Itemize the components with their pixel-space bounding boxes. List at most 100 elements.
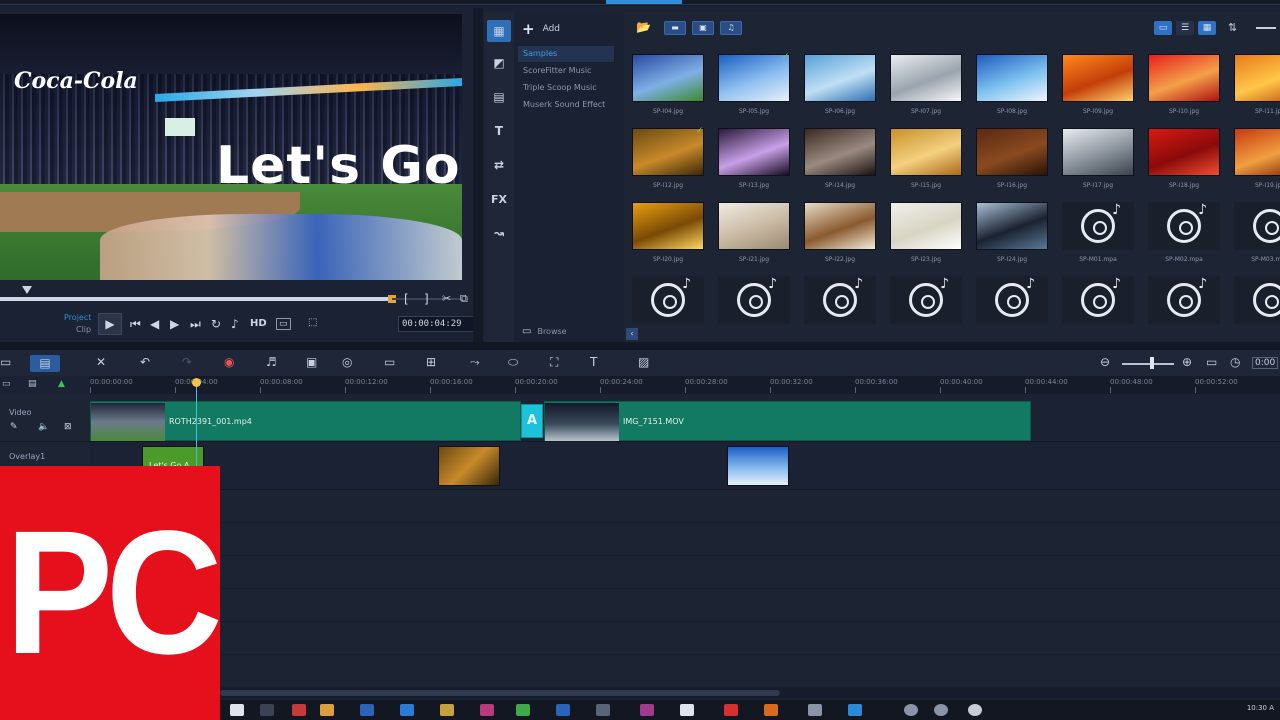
library-minimize-icon[interactable]	[1256, 27, 1276, 29]
tools-icon[interactable]: ✕	[96, 355, 106, 369]
track-mute-icon[interactable]: 🔈	[38, 422, 49, 432]
explorer-taskbar-icon[interactable]	[320, 704, 334, 716]
chapter-cue-icon[interactable]: ▲	[58, 379, 65, 389]
app3-taskbar-icon[interactable]	[680, 704, 694, 716]
timeline-view-icon[interactable]: ▤	[30, 355, 60, 372]
library-thumbnail[interactable]	[718, 128, 790, 176]
path-tool-icon[interactable]: ↝	[487, 222, 511, 244]
color-grading-icon[interactable]: ▨	[638, 355, 649, 369]
title-tool-icon[interactable]: T	[487, 120, 511, 142]
sound-mixer-icon[interactable]: ♬	[266, 355, 277, 369]
edge-taskbar-icon[interactable]	[400, 704, 414, 716]
library-thumbnail[interactable]	[804, 202, 876, 250]
timeline-scrollbar[interactable]	[220, 690, 780, 696]
zoom-in-icon[interactable]: ⊕	[1182, 355, 1192, 369]
zoom-out-icon[interactable]: ⊖	[1100, 355, 1110, 369]
folder-taskbar-icon[interactable]	[440, 704, 454, 716]
library-thumbnail[interactable]: ♪	[1148, 202, 1220, 250]
library-thumbnail[interactable]: ♪	[1062, 276, 1134, 324]
library-scroll-left-icon[interactable]: ‹	[626, 328, 638, 340]
timeline-ruler[interactable]: 00:00:00:0000:00:04:0000:00:08:0000:00:1…	[90, 376, 1280, 394]
browse-button[interactable]: ▭ Browse	[522, 326, 567, 337]
split-clip-button[interactable]: ✂	[442, 292, 451, 305]
library-thumbnail[interactable]: ♪	[804, 276, 876, 324]
fit-project-icon[interactable]: ▭	[1206, 355, 1217, 369]
library-thumbnail[interactable]	[1062, 128, 1134, 176]
import-media-icon[interactable]: 📂	[636, 20, 651, 34]
library-thumbnail[interactable]: ♪	[718, 276, 790, 324]
next-frame-icon[interactable]: ▶	[170, 317, 179, 331]
clock-icon[interactable]: ◷	[1230, 355, 1240, 369]
show-audio-toggle[interactable]: ♫	[720, 21, 742, 35]
library-thumbnail[interactable]	[632, 202, 704, 250]
tray-icon-3[interactable]	[968, 704, 982, 716]
store-taskbar-icon[interactable]	[292, 704, 306, 716]
grid-view-button[interactable]: ▦	[1198, 21, 1216, 35]
library-thumbnail[interactable]	[976, 54, 1048, 102]
overlay-clip-image-2[interactable]	[727, 446, 789, 486]
timecode-display[interactable]: 00:00:04:29	[398, 316, 474, 332]
library-thumbnail[interactable]: ♪	[1148, 276, 1220, 324]
scrubber-marker[interactable]	[22, 286, 32, 294]
library-thumbnail[interactable]: ♪	[1234, 276, 1280, 324]
library-thumbnail[interactable]	[1234, 54, 1280, 102]
add-folder-button[interactable]: + Add	[522, 20, 560, 38]
transition-tool-icon[interactable]: ⇄	[487, 154, 511, 176]
storyboard-view-icon[interactable]: ▭	[0, 355, 11, 369]
mark-out-button[interactable]: ]	[424, 292, 429, 306]
filter-fx-icon[interactable]: FX	[487, 188, 511, 210]
tray-icon-1[interactable]	[904, 704, 918, 716]
show-photos-toggle[interactable]: ▣	[692, 21, 714, 35]
time-remapping-icon[interactable]: ⤳	[470, 355, 480, 370]
track-ripple-icon[interactable]: ⊠	[64, 422, 72, 432]
display-options-icon[interactable]: ⬚	[308, 317, 317, 328]
playhead-handle[interactable]	[192, 378, 201, 387]
library-thumbnail[interactable]	[1234, 128, 1280, 176]
aspect-ratio-icon[interactable]: ▭	[276, 318, 291, 330]
play-button[interactable]: ▶	[98, 313, 122, 335]
video-clip-2[interactable]: IMG_7151.MOV	[544, 401, 1031, 441]
library-thumbnail[interactable]	[976, 202, 1048, 250]
multi-camera-icon[interactable]: ⊞	[426, 355, 436, 369]
library-folder-triple-scoop[interactable]: Triple Scoop Music	[518, 80, 614, 96]
instant-project-icon[interactable]: ◩	[487, 52, 511, 74]
library-thumbnail[interactable]: ♪	[976, 276, 1048, 324]
library-thumbnail[interactable]	[1148, 54, 1220, 102]
template-icon[interactable]: ▤	[487, 86, 511, 108]
clip-mode-label[interactable]: Clip	[76, 325, 91, 334]
previous-frame-icon[interactable]: ◀	[150, 317, 159, 331]
go-to-start-icon[interactable]: ⏮	[130, 317, 141, 332]
hd-preview-button[interactable]: HD	[250, 318, 267, 329]
pan-zoom-icon[interactable]: ⛶	[550, 355, 558, 370]
library-thumbnail[interactable]	[804, 128, 876, 176]
subtitle-editor-icon[interactable]: ▭	[384, 355, 395, 369]
library-thumbnail[interactable]	[632, 128, 704, 176]
app-taskbar-icon[interactable]	[480, 704, 494, 716]
library-thumbnail[interactable]	[804, 54, 876, 102]
library-thumbnail[interactable]	[718, 54, 790, 102]
search-taskbar-icon[interactable]	[230, 704, 244, 716]
media-library-icon[interactable]: ▦	[487, 20, 511, 42]
library-thumbnail[interactable]	[890, 202, 962, 250]
auto-music-icon[interactable]: ▣	[306, 355, 317, 369]
panel-divider-vertical[interactable]	[473, 8, 483, 342]
library-thumbnail[interactable]	[718, 202, 790, 250]
add-track-icon[interactable]: ▤	[28, 379, 37, 389]
library-thumbnail[interactable]	[1148, 128, 1220, 176]
onenote-taskbar-icon[interactable]	[640, 704, 654, 716]
panel-divider-horizontal[interactable]	[0, 342, 1280, 350]
app2-taskbar-icon[interactable]	[596, 704, 610, 716]
track-edit-icon[interactable]: ✎	[10, 422, 18, 432]
mark-in-button[interactable]: [	[404, 292, 409, 306]
show-videos-toggle[interactable]: ▬	[664, 21, 686, 35]
thumbnail-view-button[interactable]: ▭	[1154, 21, 1172, 35]
record-capture-icon[interactable]: ◉	[224, 355, 234, 369]
undo-icon[interactable]: ↶	[140, 355, 150, 369]
3d-title-editor-icon[interactable]: T	[590, 355, 597, 369]
zoom-slider[interactable]	[1122, 363, 1174, 365]
list-view-button[interactable]: ☰	[1176, 21, 1194, 35]
library-thumbnail[interactable]: ♪	[1234, 202, 1280, 250]
chrome-taskbar-icon[interactable]	[516, 704, 530, 716]
library-thumbnail[interactable]	[976, 128, 1048, 176]
motion-tracking-icon[interactable]: ◎	[342, 355, 352, 369]
